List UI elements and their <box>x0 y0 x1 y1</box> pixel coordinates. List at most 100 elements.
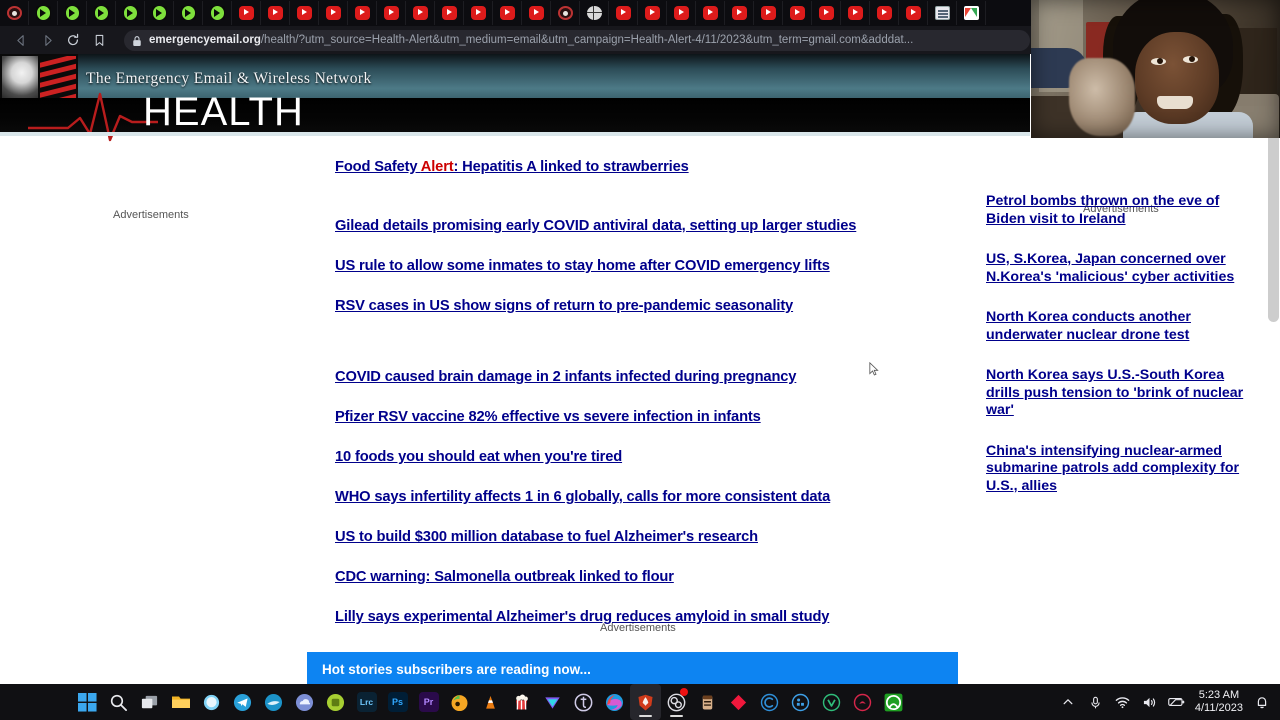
browser-tab[interactable] <box>435 1 464 25</box>
sidebar-headline-link[interactable]: US, S.Korea, Japan concerned over N.Kore… <box>986 251 1248 286</box>
browser-tab[interactable] <box>696 1 725 25</box>
green-app-button[interactable] <box>320 684 351 720</box>
headline-link[interactable]: US to build $300 million database to fue… <box>335 528 935 547</box>
url-path: /health/?utm_source=Health-Alert&utm_med… <box>260 34 914 46</box>
bookmark-icon[interactable] <box>86 27 112 53</box>
vlc-button[interactable] <box>475 684 506 720</box>
browser-tab[interactable] <box>609 1 638 25</box>
gmail-favicon-icon <box>963 6 979 20</box>
browser-tab[interactable] <box>348 1 377 25</box>
browser-tab[interactable] <box>87 1 116 25</box>
browser-tab[interactable] <box>203 1 232 25</box>
system-tray: 5:23 AM 4/11/2023 <box>1060 684 1274 720</box>
headline-link[interactable]: Pfizer RSV vaccine 82% effective vs seve… <box>335 408 935 427</box>
c-app-button[interactable] <box>754 684 785 720</box>
browser-tab[interactable] <box>551 1 580 25</box>
back-arrow-icon[interactable] <box>8 27 34 53</box>
headline-link[interactable]: COVID caused brain damage in 2 infants i… <box>335 368 935 387</box>
browser-tab[interactable] <box>522 1 551 25</box>
browser-tab[interactable] <box>928 1 957 25</box>
scrollbar-thumb[interactable] <box>1268 124 1279 322</box>
app-blue-button[interactable] <box>258 684 289 720</box>
page-scrollbar[interactable] <box>1266 54 1280 684</box>
headline-link[interactable]: Lilly says experimental Alzheimer's drug… <box>335 608 935 627</box>
edge-button[interactable] <box>599 684 630 720</box>
wifi-icon[interactable] <box>1114 694 1131 711</box>
fl-studio-button[interactable] <box>444 684 475 720</box>
diamond-app-button[interactable] <box>723 684 754 720</box>
start-button[interactable] <box>72 684 103 720</box>
browser-tab[interactable] <box>493 1 522 25</box>
popcorn-time-button[interactable] <box>506 684 537 720</box>
sidebar-headline-link[interactable]: North Korea conducts another underwater … <box>986 309 1248 344</box>
green-circle-app-button[interactable] <box>816 684 847 720</box>
browser-tab[interactable] <box>754 1 783 25</box>
red-circle-app-button[interactable] <box>847 684 878 720</box>
triangle-app-button[interactable] <box>537 684 568 720</box>
browser-tab[interactable] <box>580 1 609 25</box>
bittorrent-button[interactable] <box>568 684 599 720</box>
cloud-music-button[interactable] <box>289 684 320 720</box>
headline-link[interactable]: 10 foods you should eat when you're tire… <box>335 448 935 467</box>
headline-link[interactable]: RSV cases in US show signs of return to … <box>335 297 935 316</box>
browser-tab[interactable] <box>841 1 870 25</box>
forward-arrow-icon[interactable] <box>34 27 60 53</box>
brave-button[interactable] <box>630 684 661 720</box>
task-view-button[interactable] <box>134 684 165 720</box>
browser-tab[interactable] <box>464 1 493 25</box>
lightroom-classic-button[interactable]: Lrc <box>351 684 382 720</box>
address-bar[interactable]: emergencyemail.org/health/?utm_source=He… <box>124 30 1030 51</box>
obs-studio-button[interactable] <box>661 684 692 720</box>
browser-tab[interactable] <box>232 1 261 25</box>
browser-tab[interactable] <box>29 1 58 25</box>
browser-tab[interactable] <box>174 1 203 25</box>
avatar-app-button[interactable] <box>692 684 723 720</box>
browser-tab[interactable] <box>667 1 696 25</box>
show-hidden-icons-chevron[interactable] <box>1060 694 1077 711</box>
yt-favicon-icon <box>354 6 370 20</box>
browser-tab[interactable] <box>783 1 812 25</box>
microphone-icon[interactable] <box>1087 694 1104 711</box>
file-explorer-button[interactable] <box>165 684 196 720</box>
search-button[interactable] <box>103 684 134 720</box>
headline-link[interactable]: US rule to allow some inmates to stay ho… <box>335 257 935 276</box>
hot-stories-banner[interactable]: Hot stories subscribers are reading now.… <box>307 652 958 684</box>
browser-tab[interactable] <box>377 1 406 25</box>
browser-tab[interactable] <box>261 1 290 25</box>
xbox-button[interactable] <box>878 684 909 720</box>
headline-link[interactable]: WHO says infertility affects 1 in 6 glob… <box>335 488 935 507</box>
sidebar-headline-link[interactable]: China's intensifying nuclear-armed subma… <box>986 443 1248 496</box>
notification-badge <box>680 688 688 696</box>
headline-link[interactable]: Food Safety Alert: Hepatitis A linked to… <box>335 158 935 177</box>
headline-link[interactable]: CDC warning: Salmonella outbreak linked … <box>335 568 935 587</box>
sidebar-headlines-column: Petrol bombs thrown on the eve of Biden … <box>986 193 1248 518</box>
browser-tab[interactable] <box>638 1 667 25</box>
browser-tab[interactable] <box>812 1 841 25</box>
sidebar-headline-link[interactable]: North Korea says U.S.-South Korea drills… <box>986 367 1248 420</box>
browser-tab[interactable] <box>957 1 986 25</box>
browser-tab[interactable] <box>406 1 435 25</box>
blue-circle-app-button[interactable] <box>785 684 816 720</box>
headline-link[interactable]: Gilead details promising early COVID ant… <box>335 217 935 236</box>
telegram-button[interactable] <box>227 684 258 720</box>
reload-icon[interactable] <box>60 27 86 53</box>
browser-tab[interactable] <box>145 1 174 25</box>
grn-favicon-icon <box>151 6 167 20</box>
photoshop-button[interactable]: Ps <box>382 684 413 720</box>
ads-label-left: Advertisements <box>113 209 189 221</box>
browser-tab[interactable] <box>870 1 899 25</box>
browser-tab[interactable] <box>58 1 87 25</box>
browser-tab[interactable] <box>725 1 754 25</box>
clock[interactable]: 5:23 AM 4/11/2023 <box>1195 689 1243 715</box>
premiere-pro-button[interactable]: Pr <box>413 684 444 720</box>
browser-tab[interactable] <box>899 1 928 25</box>
browser-tab[interactable] <box>319 1 348 25</box>
sidebar-headline-link[interactable]: Petrol bombs thrown on the eve of Biden … <box>986 193 1248 228</box>
chat-button[interactable] <box>196 684 227 720</box>
volume-icon[interactable] <box>1141 694 1158 711</box>
browser-tab[interactable] <box>116 1 145 25</box>
browser-tab[interactable] <box>0 1 29 25</box>
battery-icon[interactable] <box>1168 694 1185 711</box>
browser-tab[interactable] <box>290 1 319 25</box>
notification-bell-icon[interactable] <box>1253 694 1270 711</box>
